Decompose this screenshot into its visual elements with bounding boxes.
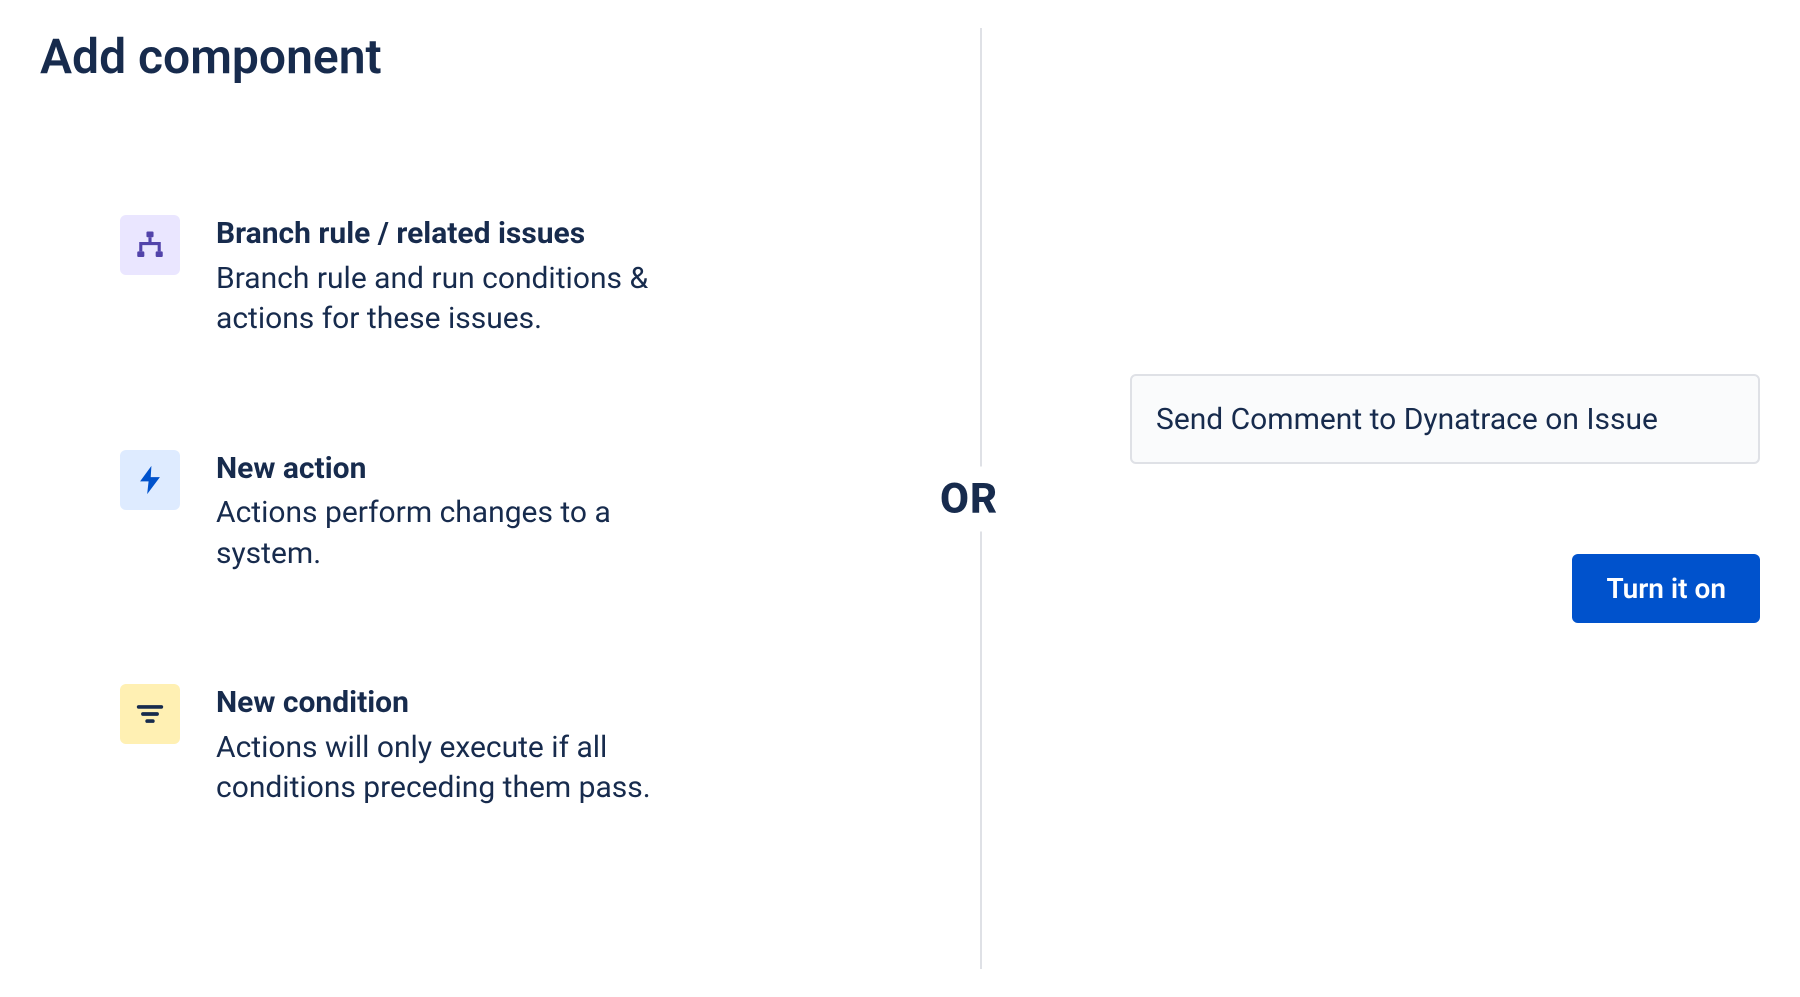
component-option-list: Branch rule / related issues Branch rule… — [40, 215, 880, 809]
turn-it-on-button[interactable]: Turn it on — [1572, 554, 1760, 623]
option-title: Branch rule / related issues — [216, 215, 696, 253]
option-text: New action Actions perform changes to a … — [216, 450, 696, 575]
bolt-icon — [120, 450, 180, 510]
option-new-action[interactable]: New action Actions perform changes to a … — [120, 450, 880, 575]
option-title: New action — [216, 450, 696, 488]
page-title: Add component — [40, 28, 880, 85]
option-branch-rule[interactable]: Branch rule / related issues Branch rule… — [120, 215, 880, 340]
option-text: New condition Actions will only execute … — [216, 684, 696, 809]
filter-icon — [120, 684, 180, 744]
option-title: New condition — [216, 684, 696, 722]
option-description: Branch rule and run conditions & actions… — [216, 259, 696, 340]
option-description: Actions will only execute if all conditi… — [216, 728, 696, 809]
rule-name-input[interactable] — [1130, 374, 1760, 464]
option-new-condition[interactable]: New condition Actions will only execute … — [120, 684, 880, 809]
option-text: Branch rule / related issues Branch rule… — [216, 215, 696, 340]
left-pane: Add component Branch rule / related issu… — [40, 28, 940, 969]
right-pane: Turn it on — [940, 28, 1760, 969]
option-description: Actions perform changes to a system. — [216, 493, 696, 574]
branch-icon — [120, 215, 180, 275]
